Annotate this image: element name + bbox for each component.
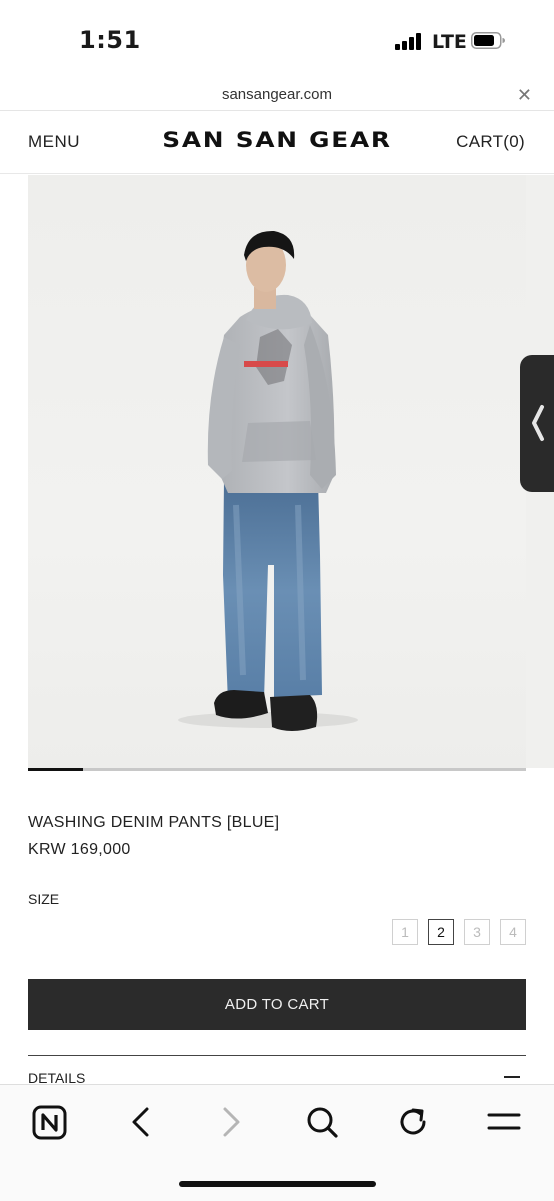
product-price: KRW 169,000 — [28, 841, 131, 858]
url-text[interactable]: sansangear.com — [0, 86, 554, 103]
search-icon[interactable] — [302, 1102, 342, 1142]
network-type: LTE — [432, 31, 467, 53]
product-name: WASHING DENIM PANTS [BLUE] — [28, 814, 280, 831]
status-bar: 1:51 LTE — [0, 0, 554, 80]
naver-home-icon[interactable] — [30, 1102, 70, 1142]
size-option-3[interactable]: 3 — [464, 919, 490, 945]
product-image[interactable] — [28, 175, 526, 768]
details-accordion[interactable]: DETAILS — [28, 1056, 526, 1084]
add-to-cart-button[interactable]: ADD TO CART — [28, 979, 526, 1030]
menu-icon[interactable] — [484, 1102, 524, 1142]
forward-icon[interactable] — [211, 1102, 251, 1142]
carousel-progress-fill — [28, 768, 83, 771]
status-time: 1:51 — [79, 26, 141, 54]
size-options: 1 2 3 4 — [392, 919, 526, 945]
size-option-4[interactable]: 4 — [500, 919, 526, 945]
battery-icon — [471, 32, 505, 49]
carousel-progress — [28, 768, 526, 771]
home-indicator — [179, 1181, 376, 1187]
close-icon[interactable]: ✕ — [517, 85, 532, 106]
site-header: MENU SAN SAN GEAR CART(0) — [0, 111, 554, 174]
size-option-1[interactable]: 1 — [392, 919, 418, 945]
size-option-2[interactable]: 2 — [428, 919, 454, 945]
side-panel-handle[interactable] — [520, 355, 554, 492]
minus-icon[interactable] — [504, 1076, 520, 1078]
cart-button[interactable]: CART(0) — [456, 132, 525, 152]
signal-strength-icon — [395, 33, 423, 50]
chevron-left-icon — [532, 405, 544, 441]
model-photo — [178, 230, 358, 731]
url-bar[interactable]: sansangear.com ✕ — [0, 80, 554, 111]
back-icon[interactable] — [120, 1102, 160, 1142]
size-label: SIZE — [28, 891, 60, 907]
reload-icon[interactable] — [393, 1102, 433, 1142]
details-label: DETAILS — [28, 1070, 86, 1084]
